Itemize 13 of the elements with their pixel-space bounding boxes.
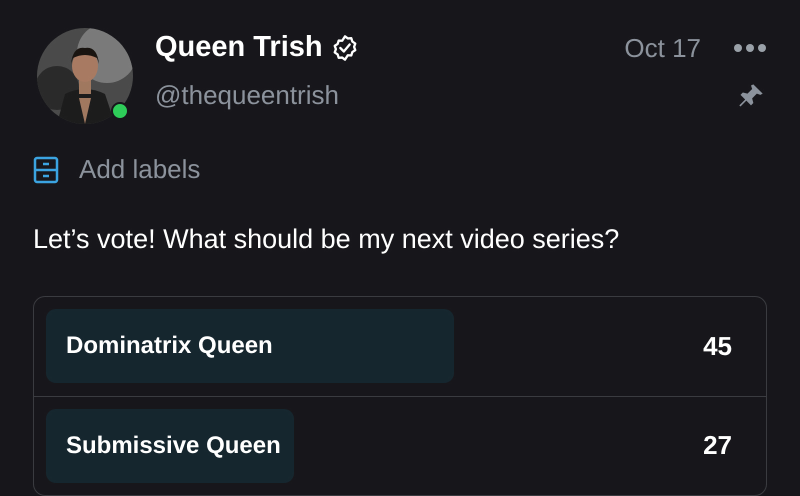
add-labels-link[interactable]: Add labels (79, 150, 200, 189)
label-icon (33, 156, 59, 184)
poll-option[interactable]: Submissive Queen (46, 408, 684, 482)
poll-option[interactable]: Dominatrix Queen (46, 309, 684, 383)
post-date: Oct 17 (624, 32, 701, 64)
user-handle: @thequeentrish (155, 79, 339, 112)
vote-count: 27 (703, 429, 732, 462)
poll-option-label: Dominatrix Queen (66, 331, 273, 361)
poll-option-label: Submissive Queen (66, 430, 281, 460)
author-name: Queen Trish (155, 30, 323, 66)
vote-count: 45 (703, 330, 732, 362)
post-text: Let’s vote! What should be my next video series? (33, 223, 620, 256)
more-options-icon[interactable] (733, 43, 767, 53)
